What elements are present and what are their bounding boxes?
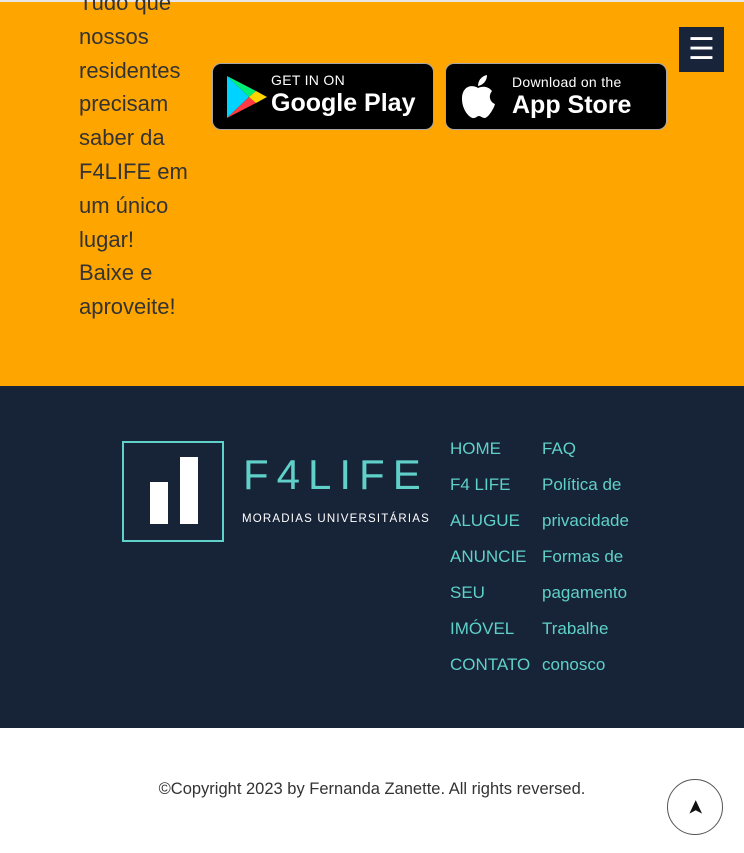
google-play-small-label: GET IN ON	[271, 72, 346, 88]
promo-line: saber da	[79, 125, 165, 151]
footer-link-anuncie[interactable]: IMÓVEL	[450, 611, 550, 647]
menu-button[interactable]: ☰	[679, 27, 724, 72]
arrow-up-icon: ➤	[684, 798, 707, 816]
app-store-big-label: App Store	[512, 91, 632, 119]
footer-link-privacidade[interactable]: privacidade	[542, 503, 642, 539]
promo-line: Baixe e	[79, 260, 153, 286]
copyright-text: ©Copyright 2023 by Fernanda Zanette. All…	[158, 780, 586, 798]
footer-link-anuncie[interactable]: ANUNCIE	[450, 539, 550, 575]
logo-wordmark: F4LIFE	[243, 451, 429, 498]
back-to-top-button[interactable]: ➤	[667, 779, 723, 835]
footer-link-f4life[interactable]: F4 LIFE	[450, 467, 550, 503]
logo-bars-icon	[122, 441, 224, 542]
promo-line: Tudo que	[79, 0, 172, 15]
hamburger-icon: ☰	[688, 32, 715, 66]
logo-tagline: MORADIAS UNIVERSITÁRIAS	[242, 513, 430, 525]
f4life-logo[interactable]: F4LIFE MORADIAS UNIVERSITÁRIAS	[122, 441, 448, 543]
promo-line: aproveite!	[79, 294, 176, 320]
app-promo-section: Tudo que nossos residentes precisam sabe…	[0, 0, 744, 386]
google-play-badge[interactable]: GET IN ON Google Play	[212, 63, 434, 130]
footer-link-pagamento[interactable]: pagamento	[542, 575, 642, 611]
app-store-small-label: Download on the	[512, 74, 622, 90]
google-play-big-label: Google Play	[271, 89, 416, 117]
promo-line: residentes	[79, 57, 181, 83]
app-store-badge[interactable]: Download on the App Store	[445, 63, 667, 130]
footer-link-anuncie[interactable]: SEU	[450, 575, 550, 611]
google-play-icon	[225, 74, 269, 125]
promo-line: um único	[79, 192, 169, 218]
promo-text: Tudo que nossos residentes precisam sabe…	[79, 0, 199, 324]
footer-link-trabalhe[interactable]: conosco	[542, 647, 642, 683]
footer-link-pagamento[interactable]: Formas de	[542, 539, 642, 575]
footer-link-alugue[interactable]: ALUGUE	[450, 503, 550, 539]
footer-link-home[interactable]: HOME	[450, 431, 550, 467]
footer-nav-secondary: FAQ Política de privacidade Formas de pa…	[542, 431, 642, 683]
footer-link-trabalhe[interactable]: Trabalhe	[542, 611, 642, 647]
footer-link-contato[interactable]: CONTATO	[450, 647, 550, 683]
footer-link-privacidade[interactable]: Política de	[542, 467, 642, 503]
site-footer: F4LIFE MORADIAS UNIVERSITÁRIAS HOME F4 L…	[0, 386, 744, 728]
footer-nav-primary: HOME F4 LIFE ALUGUE ANUNCIE SEU IMÓVEL C…	[450, 431, 550, 683]
promo-line: nossos	[79, 23, 149, 49]
promo-line: F4LIFE em	[79, 158, 188, 184]
promo-line: precisam	[79, 91, 169, 117]
google-play-text: GET IN ON Google Play	[271, 72, 415, 118]
footer-link-faq[interactable]: FAQ	[542, 431, 642, 467]
app-store-text: Download on the App Store	[512, 74, 631, 120]
promo-line: lugar!	[79, 226, 135, 252]
apple-icon	[458, 74, 498, 125]
